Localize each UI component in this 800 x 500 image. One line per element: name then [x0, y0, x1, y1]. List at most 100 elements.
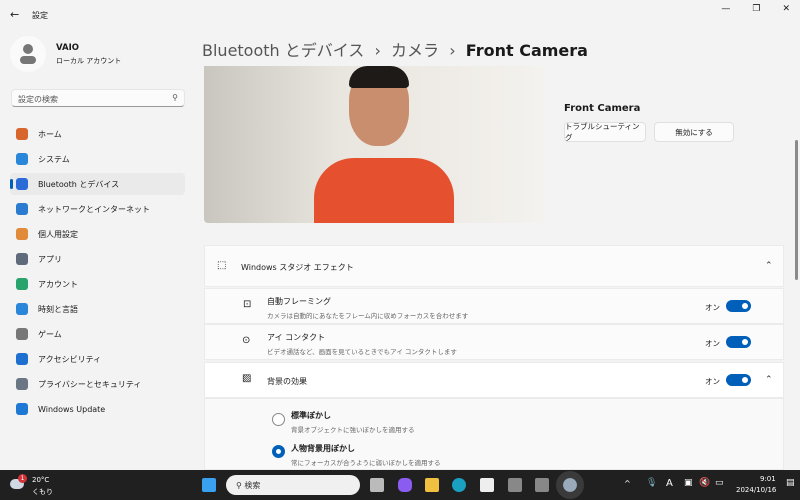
sidebar-item-label: システム — [38, 154, 70, 164]
weather-temp: 20°C — [32, 476, 50, 484]
sidebar-item-11[interactable]: Windows Update — [10, 398, 185, 420]
auto-framing-row: ⊡ 自動フレーミングカメラは自動的にあなたをフレーム内に収めフォーカスを合わせま… — [204, 288, 784, 324]
network-icon[interactable]: ▣ — [684, 478, 693, 488]
user-name: VAIO — [56, 42, 79, 53]
search-placeholder: 設定の検索 — [18, 95, 58, 104]
nav-icon — [16, 278, 28, 290]
standard-blur-radio[interactable] — [272, 413, 285, 426]
nav-icon — [16, 228, 28, 240]
sidebar-item-8[interactable]: ゲーム — [10, 323, 185, 345]
sidebar-item-10[interactable]: プライバシーとセキュリティ — [10, 373, 185, 395]
chevron-up-icon[interactable]: ⌃ — [765, 261, 773, 271]
sidebar-item-label: ネットワークとインターネット — [38, 204, 150, 214]
eye-contact-toggle[interactable] — [726, 336, 751, 348]
taskbar-search[interactable]: ⚲ 検索 — [226, 475, 360, 495]
studio-effects-header[interactable]: ⬚ Windows スタジオ エフェクト ⌃ — [204, 245, 784, 287]
sidebar-item-3[interactable]: ネットワークとインターネット — [10, 198, 185, 220]
sidebar-item-2[interactable]: Bluetooth とデバイス — [10, 173, 185, 195]
nav-icon — [16, 403, 28, 415]
avatar — [10, 36, 46, 72]
eye-contact-state: オン — [705, 339, 720, 348]
weather-condition: くもり — [32, 488, 53, 496]
volume-muted-icon[interactable]: 🔇 — [699, 478, 710, 488]
sidebar-item-label: Bluetooth とデバイス — [38, 179, 120, 189]
standard-blur-desc: 背景オブジェクトに強いぼかしを適用する — [291, 426, 415, 434]
microphone-icon[interactable]: 🎙 — [646, 478, 657, 488]
sidebar-item-7[interactable]: 時刻と言語 — [10, 298, 185, 320]
settings-icon[interactable] — [556, 471, 584, 499]
sidebar-item-9[interactable]: アクセシビリティ — [10, 348, 185, 370]
breadcrumb-camera[interactable]: カメラ — [391, 41, 439, 60]
nav-icon — [16, 128, 28, 140]
battery-icon[interactable]: ▭ — [715, 478, 724, 488]
standard-blur-title: 標準ぼかし — [291, 411, 331, 420]
background-effects-row[interactable]: ▨ 背景の効果 オン ⌃ — [204, 362, 784, 398]
task-view-icon[interactable] — [370, 478, 384, 492]
eye-icon: ⊙ — [242, 335, 251, 346]
nav-icon — [16, 203, 28, 215]
ime-indicator[interactable]: A — [666, 478, 673, 489]
nav-icon — [16, 303, 28, 315]
background-effects-state: オン — [705, 377, 720, 386]
title-bar: ← 設定 — ❐ ✕ — [0, 0, 800, 30]
portrait-blur-radio[interactable] — [272, 445, 285, 458]
taskbar: 1 20°C くもり ⚲ 検索 ^ 🎙 A ▣ 🔇 ▭ 9:01 2024/10… — [0, 470, 800, 500]
user-profile[interactable]: VAIO ローカル アカウント — [10, 36, 121, 72]
portrait-blur-desc: 常にフォーカスが合うように弱いぼかしを適用する — [291, 459, 441, 467]
sidebar-item-1[interactable]: システム — [10, 148, 185, 170]
portrait-blur-title: 人物背景用ぼかし — [291, 444, 355, 453]
nav-icon — [16, 378, 28, 390]
camera-preview — [204, 66, 544, 223]
camera-name: Front Camera — [564, 103, 641, 114]
disable-button[interactable]: 無効にする — [654, 122, 734, 142]
app-icon[interactable] — [508, 478, 522, 492]
blur-options: 標準ぼかし背景オブジェクトに強いぼかしを適用する 人物背景用ぼかし常にフォーカス… — [204, 398, 784, 470]
sidebar-item-5[interactable]: アプリ — [10, 248, 185, 270]
taskbar-search-label: 検索 — [244, 481, 261, 490]
close-button[interactable]: ✕ — [782, 4, 790, 14]
chevron-up-icon[interactable]: ⌃ — [765, 375, 773, 385]
auto-framing-state: オン — [705, 303, 720, 312]
troubleshoot-button[interactable]: トラブルシューティング — [564, 122, 646, 142]
chevron-up-icon[interactable]: ^ — [624, 479, 631, 488]
sidebar-item-label: 時刻と言語 — [38, 304, 78, 314]
notification-icon[interactable]: ▤ — [786, 478, 795, 488]
auto-framing-toggle[interactable] — [726, 300, 751, 312]
auto-framing-desc: カメラは自動的にあなたをフレーム内に収めフォーカスを合わせます — [267, 312, 469, 320]
sidebar-item-label: アプリ — [38, 254, 62, 264]
breadcrumb-bluetooth[interactable]: Bluetooth とデバイス — [202, 41, 364, 60]
sidebar-item-0[interactable]: ホーム — [10, 123, 185, 145]
auto-framing-title: 自動フレーミング — [267, 297, 331, 306]
store-icon[interactable] — [480, 478, 494, 492]
breadcrumb: Bluetooth とデバイス › カメラ › Front Camera — [202, 37, 588, 61]
clock-time[interactable]: 9:01 — [760, 475, 776, 483]
app-title: 設定 — [32, 11, 48, 20]
file-explorer-icon[interactable] — [425, 478, 439, 492]
sidebar-item-6[interactable]: アカウント — [10, 273, 185, 295]
account-type: ローカル アカウント — [56, 56, 122, 65]
copilot-icon[interactable] — [398, 478, 412, 492]
background-effects-toggle[interactable] — [726, 374, 751, 386]
start-icon[interactable] — [202, 478, 216, 492]
maximize-button[interactable]: ❐ — [752, 4, 760, 14]
person-image — [314, 66, 454, 223]
settings-search-input[interactable]: 設定の検索 ⚲ — [11, 89, 185, 107]
edge-icon[interactable] — [452, 478, 466, 492]
sidebar-item-label: アクセシビリティ — [38, 354, 102, 364]
framing-icon: ⊡ — [243, 299, 252, 310]
sidebar-nav: ホームシステム Bluetooth とデバイスネットワークとインターネット 個人用設… — [10, 123, 185, 423]
eye-contact-desc: ビデオ通話など、画面を見ているときでもアイ コンタクトします — [267, 348, 457, 356]
sidebar-item-4[interactable]: 個人用設定 — [10, 223, 185, 245]
nav-icon — [16, 153, 28, 165]
breadcrumb-separator: › — [374, 41, 381, 60]
back-button[interactable]: ← — [10, 8, 19, 21]
minimize-button[interactable]: — — [721, 4, 730, 14]
breadcrumb-separator: › — [449, 41, 456, 60]
clock-date[interactable]: 2024/10/16 — [736, 486, 776, 494]
nav-icon — [16, 253, 28, 265]
sidebar-item-label: プライバシーとセキュリティ — [38, 379, 142, 389]
app-icon[interactable] — [535, 478, 549, 492]
scrollbar[interactable] — [795, 140, 798, 280]
sidebar-item-label: 個人用設定 — [38, 229, 78, 239]
background-effects-title: 背景の効果 — [267, 377, 307, 386]
